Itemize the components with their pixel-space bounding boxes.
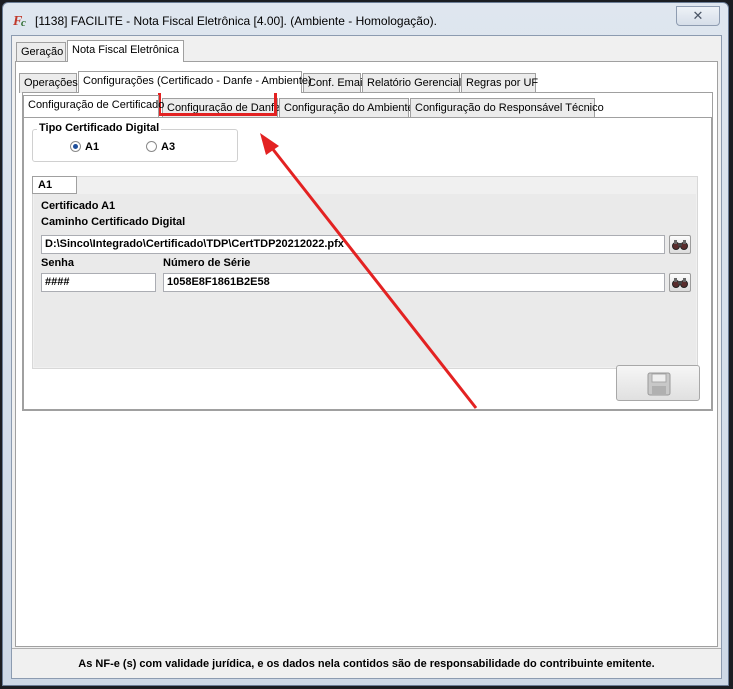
tab-nota-fiscal-eletronica[interactable]: Nota Fiscal Eletrônica bbox=[67, 40, 184, 62]
tab-geracao[interactable]: Geração bbox=[16, 42, 66, 62]
tab-relatorio-gerencial[interactable]: Relatório Gerencial bbox=[362, 73, 462, 93]
tab-conf-email[interactable]: Conf. Email bbox=[303, 73, 365, 93]
glasses-icon bbox=[672, 278, 688, 288]
save-button[interactable] bbox=[616, 365, 700, 401]
select-serial-button[interactable] bbox=[669, 273, 691, 292]
caminho-certificado-field[interactable]: D:\Sinco\Integrado\Certificado\TDP\CertT… bbox=[41, 235, 665, 254]
window-title: [1138] FACILITE - Nota Fiscal Eletrônica… bbox=[35, 14, 437, 28]
app-window: F c [1138] FACILITE - Nota Fiscal Eletrô… bbox=[2, 2, 729, 686]
client-area: Geração Nota Fiscal Eletrônica Operações… bbox=[11, 35, 722, 679]
tab-a1[interactable]: A1 bbox=[32, 176, 77, 194]
radio-unselected-icon bbox=[146, 141, 157, 152]
tab-label: Configurações (Certificado - Danfe - Amb… bbox=[83, 75, 312, 87]
tab-label: Configuração do Responsável Técnico bbox=[415, 102, 604, 114]
footer-text: As NF-e (s) com validade jurídica, e os … bbox=[78, 658, 655, 670]
certificado-a1-body: Certificado A1 Caminho Certificado Digit… bbox=[34, 194, 696, 367]
tab-regras-por-uf[interactable]: Regras por UF bbox=[461, 73, 539, 93]
app-logo-icon: F c bbox=[13, 14, 26, 28]
tab-configuracao-ambiente[interactable]: Configuração do Ambiente bbox=[279, 98, 414, 118]
close-icon: ✕ bbox=[692, 8, 704, 23]
tab-label: Nota Fiscal Eletrônica bbox=[72, 44, 179, 56]
numero-serie-label: Número de Série bbox=[163, 257, 251, 269]
tab-operacoes[interactable]: Operações bbox=[19, 73, 78, 93]
tab-label: Operações bbox=[24, 77, 78, 89]
radio-a3[interactable]: A3 bbox=[146, 141, 175, 153]
browse-certificate-button[interactable] bbox=[669, 235, 691, 254]
tab-label: Regras por UF bbox=[466, 77, 539, 89]
tab-label: Configuração do Ambiente bbox=[284, 102, 414, 114]
title-bar: F c [1138] FACILITE - Nota Fiscal Eletrô… bbox=[3, 3, 728, 35]
radio-a1[interactable]: A1 bbox=[70, 141, 99, 153]
tab-label: Geração bbox=[21, 46, 64, 58]
highlight-box bbox=[158, 89, 277, 116]
tab-label: Relatório Gerencial bbox=[367, 77, 462, 89]
tab-configuracao-certificado[interactable]: Configuração de Certificado bbox=[23, 95, 164, 117]
nfe-tab-page: Operações Configurações (Certificado - D… bbox=[15, 61, 718, 647]
tab-configuracao-responsavel-tecnico[interactable]: Configuração do Responsável Técnico bbox=[410, 98, 604, 118]
numero-serie-field[interactable]: 1058E8F1861B2E58 bbox=[163, 273, 665, 292]
certificado-a1-label: Certificado A1 bbox=[41, 200, 116, 212]
configuracoes-tab-page: Configuração de Certificado Configuração… bbox=[22, 92, 713, 411]
senha-label: Senha bbox=[41, 257, 75, 269]
tab-label: A1 bbox=[38, 179, 53, 191]
radio-a3-label: A3 bbox=[161, 141, 176, 153]
tab-label: Configuração de Certificado bbox=[28, 99, 165, 111]
senha-field[interactable]: #### bbox=[41, 273, 156, 292]
radio-selected-icon bbox=[70, 141, 81, 152]
svg-text:c: c bbox=[21, 17, 26, 28]
close-button[interactable]: ✕ bbox=[676, 6, 720, 26]
tipo-certificado-group: Tipo Certificado Digital A1 A3 bbox=[32, 122, 238, 162]
tab-configuracoes[interactable]: Configurações (Certificado - Danfe - Amb… bbox=[78, 71, 312, 93]
footer-disclaimer: As NF-e (s) com validade jurídica, e os … bbox=[12, 648, 721, 678]
glasses-icon bbox=[672, 240, 688, 250]
certificado-tab-page: Tipo Certificado Digital A1 A3 A1 Certif… bbox=[23, 117, 712, 410]
tab-label: Conf. Email bbox=[308, 77, 365, 89]
caminho-certificado-label: Caminho Certificado Digital bbox=[41, 216, 186, 228]
floppy-disk-icon bbox=[647, 372, 671, 396]
radio-a1-label: A1 bbox=[85, 141, 100, 153]
tipo-certificado-label: Tipo Certificado Digital bbox=[37, 122, 162, 134]
certificado-a1-panel: A1 Certificado A1 Caminho Certificado Di… bbox=[32, 176, 698, 369]
